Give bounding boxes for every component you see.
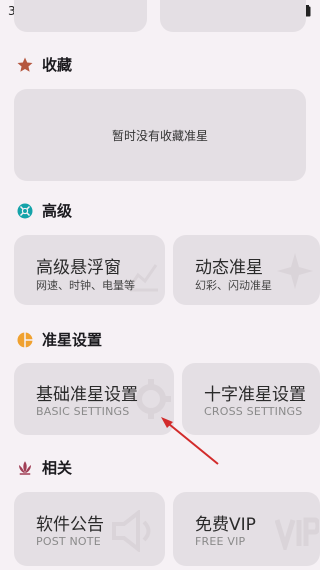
card-dynamic-crosshair-subtitle: 幻彩、闪动准星 bbox=[195, 279, 272, 292]
section-related-header: 相关 bbox=[16, 457, 72, 478]
lifebuoy-icon bbox=[16, 202, 34, 220]
partial-card-left[interactable] bbox=[14, 0, 147, 32]
section-advanced-header: 高级 bbox=[16, 200, 72, 221]
card-advanced-floating-window-subtitle: 网速、时钟、电量等 bbox=[36, 279, 135, 292]
section-related-title: 相关 bbox=[42, 459, 73, 477]
sparkle-deco-icon bbox=[277, 253, 313, 289]
card-free-vip-subtitle: FREE VIP bbox=[195, 535, 246, 548]
card-post-note-title: 软件公告 bbox=[36, 515, 104, 535]
favorites-empty-text: 暂时没有收藏准星 bbox=[111, 128, 208, 143]
pie-icon bbox=[16, 331, 34, 349]
section-crosshair-header: 准星设置 bbox=[16, 329, 102, 350]
card-free-vip-title: 免费VIP bbox=[195, 515, 256, 535]
star-icon bbox=[16, 56, 34, 74]
vip-deco-icon bbox=[275, 517, 319, 550]
section-favorites-title: 收藏 bbox=[42, 56, 73, 74]
annotation-arrow-icon bbox=[161, 417, 219, 465]
speaker-deco-icon bbox=[112, 510, 151, 552]
card-dynamic-crosshair[interactable]: 动态准星 幻彩、闪动准星 bbox=[173, 235, 320, 305]
card-basic-settings-subtitle: BASIC SETTINGS bbox=[36, 405, 130, 418]
card-free-vip[interactable]: 免费VIP FREE VIP bbox=[173, 492, 320, 566]
partial-card-right[interactable] bbox=[160, 0, 306, 32]
section-favorites-header: 收藏 bbox=[16, 54, 72, 75]
card-post-note-subtitle: POST NOTE bbox=[36, 535, 101, 548]
section-crosshair-title: 准星设置 bbox=[42, 331, 103, 349]
lotus-icon bbox=[16, 459, 34, 477]
card-dynamic-crosshair-title: 动态准星 bbox=[195, 258, 263, 278]
card-basic-settings-title: 基础准星设置 bbox=[36, 385, 138, 405]
card-advanced-floating-window[interactable]: 高级悬浮窗 网速、时钟、电量等 bbox=[14, 235, 165, 305]
section-advanced-title: 高级 bbox=[42, 202, 73, 220]
card-advanced-floating-window-title: 高级悬浮窗 bbox=[36, 258, 121, 278]
favorites-empty-card: 暂时没有收藏准星 bbox=[14, 89, 306, 181]
card-post-note[interactable]: 软件公告 POST NOTE bbox=[14, 492, 165, 566]
